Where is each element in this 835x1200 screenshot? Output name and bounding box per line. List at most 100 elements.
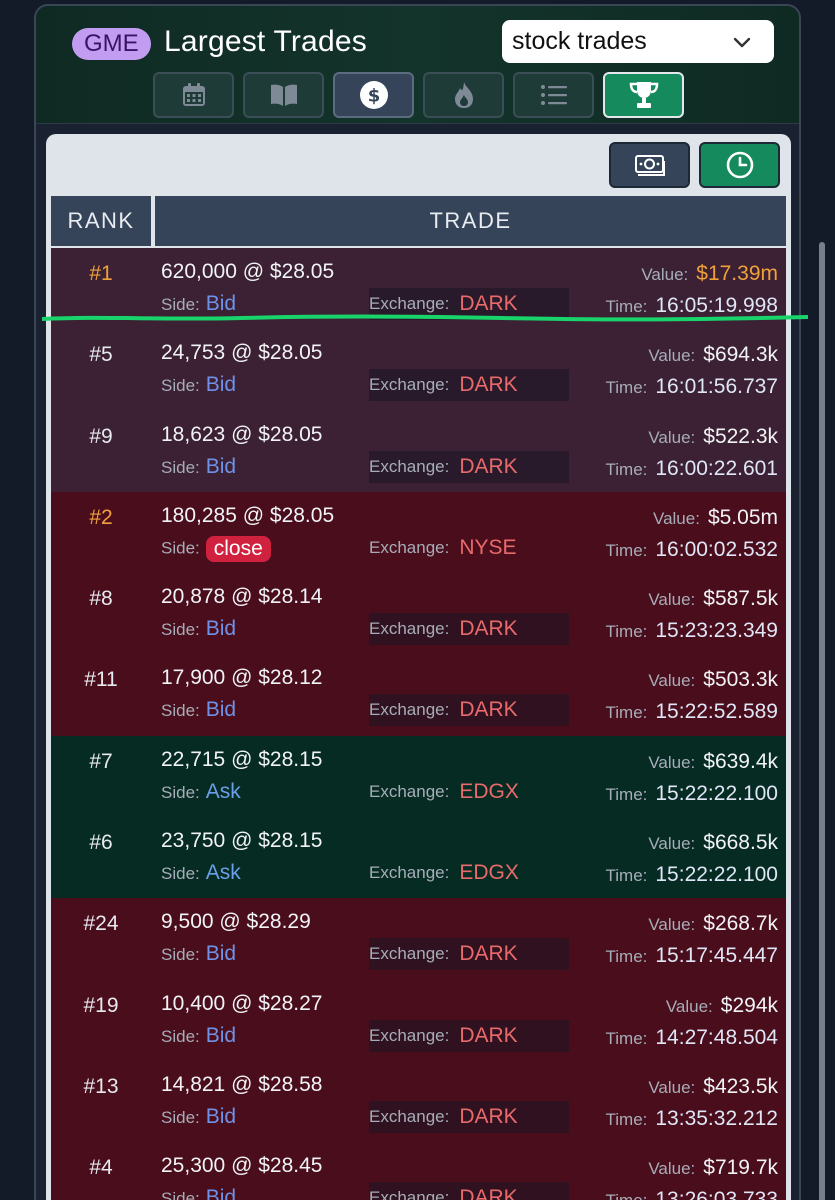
value-amount: $668.5k xyxy=(703,831,778,855)
exchange-label: Exchange: xyxy=(369,1025,450,1045)
exchange-label: Exchange: xyxy=(369,1106,450,1126)
trade-value: Value: $5.05m xyxy=(653,506,778,530)
side-value: Ask xyxy=(205,779,241,803)
exchange-value: DARK xyxy=(459,1023,518,1047)
value-amount: $503.3k xyxy=(703,668,778,692)
exchange-label: Exchange: xyxy=(369,456,450,476)
trade-row[interactable]: #2 180,285 @ $28.05 Side: close Exchange: NYS… xyxy=(51,491,786,574)
trade-time: Time: 14:27:48.504 xyxy=(606,1026,779,1050)
trade-value: Value: $503.3k xyxy=(648,668,778,692)
svg-text:$: $ xyxy=(367,86,380,107)
trade-side: Side: Bid xyxy=(161,455,236,479)
scrollbar[interactable] xyxy=(819,242,825,1200)
trade-size-price: 20,878 @ $28.14 xyxy=(161,585,323,609)
exchange-value: DARK xyxy=(459,1104,518,1128)
trade-rank: #8 xyxy=(89,587,113,611)
side-label: Side: xyxy=(161,376,200,396)
trade-side: Side: Bid xyxy=(161,698,236,722)
trade-row[interactable]: #19 10,400 @ $28.27 Side: Bid Exchange: DARK V… xyxy=(51,979,786,1061)
trade-row[interactable]: #9 18,623 @ $28.05 Side: Bid Exchange: DARK Va… xyxy=(51,410,786,492)
book-tab-button[interactable] xyxy=(243,72,324,118)
side-value: Bid xyxy=(205,292,237,315)
trade-row[interactable]: #24 9,500 @ $28.29 Side: Bid Exchange: DARK Va… xyxy=(51,898,786,980)
rank-column-header[interactable]: RANK xyxy=(51,196,151,246)
time-label: Time: xyxy=(605,378,648,398)
trade-value: Value: $522.3k xyxy=(648,425,778,449)
time-value: 15:22:22.100 xyxy=(655,781,778,805)
value-amount: $17.39m xyxy=(696,262,778,285)
trade-exchange: Exchange: DARK xyxy=(369,1019,569,1052)
sort-by-value-button[interactable] xyxy=(609,142,690,188)
trade-exchange: Exchange: DARK xyxy=(369,694,569,727)
table-header: RANK TRADE xyxy=(51,196,786,248)
side-label: Side: xyxy=(161,864,200,884)
trade-row[interactable]: #6 23,750 @ $28.15 Side: Ask Exchange: EDGX Va… xyxy=(51,817,786,899)
trade-rank: #1 xyxy=(89,262,113,285)
time-value: 15:22:52.589 xyxy=(655,700,778,724)
trades-table-body: #1 620,000 @ $28.05 Side: Bid Exchange: DARK V… xyxy=(51,248,786,1200)
trade-size-price: 10,400 @ $28.27 xyxy=(161,991,323,1015)
trade-row[interactable]: #13 14,821 @ $28.58 Side: Bid Exchange: DARK V… xyxy=(51,1060,786,1143)
flame-tab-button[interactable] xyxy=(423,72,504,118)
trade-size-price: 24,753 @ $28.05 xyxy=(161,341,323,365)
list-icon xyxy=(540,85,567,105)
trade-exchange: Exchange: DARK xyxy=(369,613,569,646)
trade-time: Time: 16:00:02.532 xyxy=(606,538,779,562)
close-badge: close xyxy=(205,535,271,562)
flame-icon xyxy=(454,82,473,108)
trade-time: Time: 13:35:32.212 xyxy=(606,1107,779,1131)
side-value: Bid xyxy=(205,698,237,722)
trade-value: Value: $719.7k xyxy=(648,1156,778,1180)
trade-row[interactable]: #4 25,300 @ $28.45 Side: Bid Exchange: DARK Va… xyxy=(51,1142,786,1200)
trade-time: Time: 16:05:19.998 xyxy=(606,294,779,318)
trade-value: Value: $268.7k xyxy=(648,912,778,936)
trade-rank: #6 xyxy=(89,831,113,855)
side-value: Bid xyxy=(205,373,237,397)
time-label: Time: xyxy=(605,1028,648,1048)
exchange-value: DARK xyxy=(459,373,518,397)
exchange-value: EDGX xyxy=(459,779,519,803)
time-value: 14:27:48.504 xyxy=(655,1025,778,1049)
side-value: Bid xyxy=(205,1186,237,1200)
calendar-tab-button[interactable] xyxy=(153,72,234,118)
list-tab-button[interactable] xyxy=(513,72,594,118)
trade-row[interactable]: #11 17,900 @ $28.12 Side: Bid Exchange: DARK V… xyxy=(51,654,786,736)
time-label: Time: xyxy=(605,784,648,804)
exchange-label: Exchange: xyxy=(369,700,450,720)
trade-row[interactable]: #1 620,000 @ $28.05 Side: Bid Exchange: DARK V… xyxy=(51,248,786,330)
trade-exchange: Exchange: NYSE xyxy=(369,532,569,564)
trade-side: Side: Bid xyxy=(161,617,236,641)
trade-row[interactable]: #7 22,715 @ $28.15 Side: Ask Exchange: EDGX Va… xyxy=(51,735,786,818)
time-value: 15:22:22.100 xyxy=(655,863,778,887)
exchange-label: Exchange: xyxy=(369,619,450,639)
ticker-badge[interactable]: GME xyxy=(72,28,151,60)
exchange-label: Exchange: xyxy=(369,944,450,964)
trade-exchange: Exchange: EDGX xyxy=(369,776,569,808)
side-value: Bid xyxy=(205,454,237,478)
trade-value: Value: $694.3k xyxy=(648,343,778,367)
trade-time: Time: 16:00:22.601 xyxy=(606,457,779,481)
trade-column-header[interactable]: TRADE xyxy=(155,196,786,246)
value-amount: $423.5k xyxy=(703,1074,778,1098)
trade-time: Time: 16:01:56.737 xyxy=(606,375,779,399)
side-label: Side: xyxy=(161,1189,200,1200)
side-label: Side: xyxy=(161,295,200,314)
sort-by-time-button[interactable] xyxy=(699,142,780,188)
widget-header: GME Largest Trades stock trades $ xyxy=(36,6,799,124)
time-value: 16:05:19.998 xyxy=(655,294,778,317)
side-label: Side: xyxy=(161,1107,200,1127)
calendar-icon xyxy=(182,83,205,106)
trophy-tab-button[interactable] xyxy=(603,72,684,118)
trade-type-dropdown[interactable]: stock trades xyxy=(502,20,774,63)
dollar-tab-button[interactable]: $ xyxy=(333,72,414,118)
trade-value: Value: $294k xyxy=(666,994,778,1018)
trade-side: Side: Bid xyxy=(161,373,236,397)
exchange-label: Exchange: xyxy=(369,294,450,313)
trade-size-price: 180,285 @ $28.05 xyxy=(161,503,335,527)
trade-row[interactable]: #5 24,753 @ $28.05 Side: Bid Exchange: DARK Va… xyxy=(51,329,786,411)
trade-size-price: 18,623 @ $28.05 xyxy=(161,422,323,446)
trade-size-price: 9,500 @ $28.29 xyxy=(161,910,311,934)
value-label: Value: xyxy=(653,508,700,528)
value-label: Value: xyxy=(648,346,696,366)
trade-row[interactable]: #8 20,878 @ $28.14 Side: Bid Exchange: DARK Va… xyxy=(51,573,786,655)
